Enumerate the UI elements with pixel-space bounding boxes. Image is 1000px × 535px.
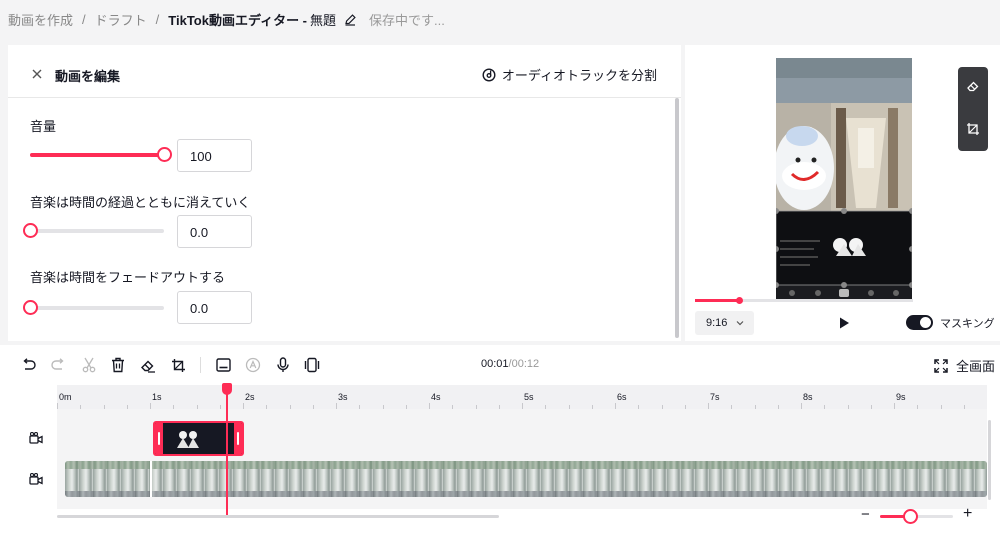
clip-left-handle[interactable] — [155, 423, 163, 454]
panel-title: 動画を編集 — [55, 69, 121, 84]
timecode-current: 00:01 — [481, 358, 509, 370]
zoom-slider-knob[interactable] — [902, 509, 918, 524]
breadcrumb-separator: / — [155, 11, 160, 27]
editor-name: TikTok動画エディター - — [168, 12, 308, 28]
fullscreen-button[interactable]: 全画面 — [934, 356, 995, 375]
clip-filmstrip — [65, 461, 987, 469]
preview-progress-knob[interactable] — [735, 297, 743, 304]
aspect-ratio-select[interactable]: 9:16 — [695, 311, 754, 335]
video-track-icon — [29, 472, 43, 485]
fade-out-slider-knob[interactable] — [23, 300, 38, 315]
timecode-total: /00:12 — [508, 358, 540, 370]
masking-label: マスキング — [940, 318, 995, 330]
aspect-ratio-value: 9:16 — [706, 317, 728, 329]
volume-slider-fill — [30, 153, 164, 157]
microphone-icon[interactable] — [275, 357, 291, 373]
chevron-down-icon — [736, 317, 744, 329]
timeline-horizontal-scrollbar[interactable] — [57, 515, 499, 518]
ruler-tick-label: 8s — [803, 392, 813, 402]
edit-video-panel: 動画を編集 オーディオトラックを分割 音量 100 音楽は時間の経過とともに消え… — [8, 45, 681, 341]
preview-side-toolbar — [958, 67, 988, 151]
ruler-tick-label: 6s — [617, 392, 627, 402]
ruler-tick-label: 7s — [710, 392, 720, 402]
ruler-tick-label: 3s — [338, 392, 348, 402]
masking-toggle-thumb — [920, 317, 931, 328]
ruler-tick-label: 5s — [524, 392, 534, 402]
main-video-clip[interactable] — [65, 461, 987, 497]
split-audio-button[interactable]: オーディオトラックを分割 — [482, 65, 657, 84]
clip-filmstrip-bottom — [65, 491, 987, 497]
preview-progress-fill — [695, 299, 739, 302]
saving-status: 保存中です... — [369, 12, 445, 28]
clip-right-handle[interactable] — [234, 423, 242, 454]
playhead[interactable] — [226, 385, 228, 515]
ruler-tick-label: 4s — [431, 392, 441, 402]
clip-split-marker — [150, 461, 152, 497]
fullscreen-label: 全画面 — [956, 359, 996, 374]
play-icon[interactable] — [839, 316, 850, 334]
frame-icon[interactable] — [304, 357, 320, 373]
split-audio-label: オーディオトラックを分割 — [501, 68, 657, 83]
cut-icon[interactable] — [81, 357, 97, 373]
clip-thumbnail — [177, 431, 199, 448]
panel-header: 動画を編集 オーディオトラックを分割 — [8, 45, 681, 98]
toolbar-divider — [200, 357, 201, 373]
breadcrumb-separator: / — [82, 11, 86, 27]
preview-progress-bar[interactable] — [695, 297, 913, 304]
zoom-out-icon[interactable]: − — [861, 506, 870, 523]
close-icon[interactable] — [30, 67, 44, 81]
text-to-speech-icon[interactable] — [245, 357, 261, 373]
breadcrumb-create-link[interactable]: 動画を作成 — [8, 10, 73, 29]
undo-icon[interactable] — [21, 357, 37, 373]
eraser-icon[interactable] — [966, 79, 980, 98]
volume-input[interactable]: 100 — [177, 139, 252, 172]
timecode: 00:01/00:12 — [481, 358, 539, 370]
ruler-tick-label: 1s — [152, 392, 162, 402]
fade-in-slider[interactable] — [30, 229, 164, 233]
zoom-in-icon[interactable]: + — [963, 505, 972, 523]
ruler-tick-label: 0m — [59, 392, 72, 402]
breadcrumb-drafts-link[interactable]: ドラフト — [95, 10, 147, 29]
caption-icon[interactable] — [215, 357, 231, 373]
fade-in-label: 音楽は時間の経過とともに消えていく — [30, 195, 251, 210]
crop-icon[interactable] — [966, 122, 980, 141]
pencil-icon[interactable] — [344, 13, 357, 26]
crop-icon[interactable] — [170, 357, 186, 373]
volume-slider[interactable] — [30, 153, 164, 157]
fade-out-input[interactable]: 0.0 — [177, 291, 252, 324]
video-preview[interactable] — [776, 58, 912, 300]
split-audio-icon — [482, 67, 496, 82]
video-track-icon — [29, 431, 43, 444]
volume-slider-knob[interactable] — [157, 147, 172, 162]
delete-icon[interactable] — [110, 357, 126, 373]
ruler-tick-label: 9s — [896, 392, 906, 402]
ruler-tick-label: 2s — [245, 392, 255, 402]
fade-out-label: 音楽は時間をフェードアウトする — [30, 270, 226, 285]
fade-out-slider[interactable] — [30, 306, 164, 310]
fade-in-slider-knob[interactable] — [23, 223, 38, 238]
fade-in-input[interactable]: 0.0 — [177, 215, 252, 248]
redo-icon[interactable] — [50, 357, 66, 373]
overlay-clip[interactable] — [153, 421, 244, 456]
panel-scrollbar[interactable] — [675, 98, 679, 338]
fullscreen-icon — [934, 358, 948, 373]
breadcrumb: 動画を作成 / ドラフト / TikTok動画エディター - 無題 保存中です.… — [8, 9, 445, 29]
volume-label: 音量 — [30, 119, 57, 134]
masking-toggle[interactable] — [906, 315, 933, 330]
draft-name[interactable]: 無題 — [310, 10, 336, 29]
eraser-icon[interactable] — [140, 357, 156, 373]
timeline-vertical-scrollbar[interactable] — [988, 420, 991, 500]
